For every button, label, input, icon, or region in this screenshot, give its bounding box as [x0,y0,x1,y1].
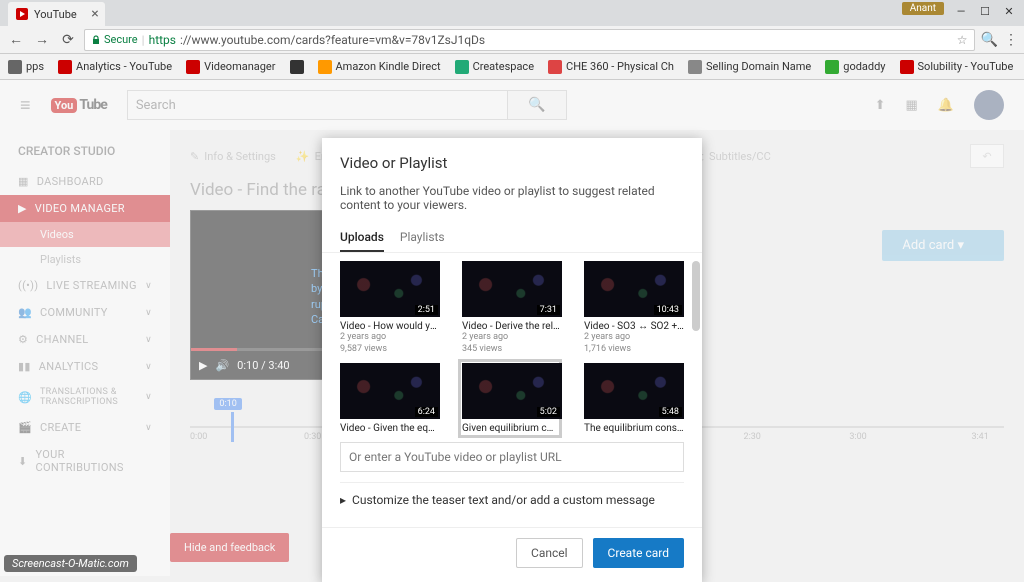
bookmark-item[interactable]: godaddy [821,60,889,74]
video-card[interactable]: 2:51 Video - How would you p… 2 years ag… [340,261,440,355]
modal-title: Video or Playlist [322,138,702,184]
youtube-favicon [16,8,28,20]
sidebar-title: CREATOR STUDIO [0,144,170,168]
video-playlist-modal: Video or Playlist Link to another YouTub… [322,138,702,582]
youtube-logo[interactable]: YouTube [51,97,107,113]
translate-icon: 🌐 [18,391,32,404]
bookmark-item[interactable]: pps [4,60,48,74]
gear-icon: ⚙ [18,333,28,346]
avatar[interactable] [974,90,1004,120]
sidebar-sub-playlists[interactable]: Playlists [0,247,170,272]
search-form: 🔍 [127,90,567,120]
video-card[interactable]: 5:48 The equilibrium constan [584,363,684,434]
sidebar-item-video-manager[interactable]: ▶VIDEO MANAGER [0,195,170,222]
sidebar-item-live[interactable]: ((•))LIVE STREAMING∨ [0,272,170,299]
chrome-user-chip[interactable]: Anant [902,2,944,15]
secure-badge: Secure [91,33,138,46]
volume-icon[interactable]: 🔊 [215,359,229,372]
back-icon[interactable]: ← [6,30,26,50]
star-icon[interactable]: ☆ [957,33,968,47]
tab-title: YouTube [34,8,77,21]
guide-icon[interactable]: ≡ [20,95,31,116]
maximize-icon[interactable]: ☐ [974,2,996,20]
zoom-icon[interactable]: 🔍 [981,32,998,48]
chevron-right-icon: ▸ [340,493,346,507]
tab-subtitles[interactable]: ㏄ Subtitles/CC [693,148,771,164]
create-card-button[interactable]: Create card [593,538,684,568]
address-bar: ← → ⟳ Secure | https://www.youtube.com/c… [0,26,1024,54]
sidebar-item-channel[interactable]: ⚙CHANNEL∨ [0,326,170,353]
search-input[interactable] [127,90,507,120]
creator-sidebar: CREATOR STUDIO ▦DASHBOARD ▶VIDEO MANAGER… [0,130,170,576]
play-icon[interactable]: ▶ [199,359,207,372]
browser-tab-strip: YouTube × Anant — ☐ ✕ [0,0,1024,26]
window-controls: — ☐ ✕ [950,2,1020,20]
feedback-button[interactable]: Hide and feedback [170,533,289,562]
bookmark-item[interactable] [286,60,308,74]
cancel-button[interactable]: Cancel [516,538,583,568]
scrollbar[interactable] [692,261,700,331]
customize-expander[interactable]: ▸ Customize the teaser text and/or add a… [340,482,684,517]
bookmark-item[interactable]: Selling Domain Name [684,60,815,74]
apps-icon[interactable]: ▦ [906,98,918,113]
sidebar-item-analytics[interactable]: ▮▮ANALYTICS∨ [0,353,170,380]
bookmark-item[interactable]: Videomanager [182,60,279,74]
create-icon: 🎬 [18,421,32,434]
bookmark-item[interactable]: Solubility - YouTube [896,60,1018,74]
youtube-header: ≡ YouTube 🔍 ⬆ ▦ 🔔 [0,80,1024,130]
reload-icon[interactable]: ⟳ [58,30,78,50]
add-card-button[interactable]: Add card ▾ [882,230,1004,261]
video-card-selected[interactable]: 5:02 Given equilibrium const [460,361,560,436]
search-button[interactable]: 🔍 [507,90,567,120]
video-card[interactable]: 10:43 Video - SO3 ↔ SO2 + O2… 2 years ag… [584,261,684,355]
time-display: 0:10 / 3:40 [237,359,289,372]
video-grid: 2:51 Video - How would you p… 2 years ag… [322,253,702,438]
minimize-icon[interactable]: — [950,2,972,20]
sidebar-item-create[interactable]: 🎬CREATE∨ [0,414,170,441]
video-card[interactable]: 7:31 Video - Derive the relatio… 2 years… [462,261,562,355]
url-field[interactable]: Secure | https://www.youtube.com/cards?f… [84,29,975,51]
upload-icon[interactable]: ⬆ [875,98,886,113]
bookmark-item[interactable]: Amazon Kindle Direct [314,60,445,74]
sidebar-item-contributions[interactable]: ⬇YOUR CONTRIBUTIONS [0,441,170,481]
bookmark-item[interactable]: CHE 360 - Physical Ch [544,60,678,74]
forward-icon[interactable]: → [32,30,52,50]
url-protocol: https [149,33,176,47]
tab-info[interactable]: ✎ Info & Settings [190,150,276,163]
undo-button[interactable]: ↶ [970,144,1004,168]
sidebar-item-dashboard[interactable]: ▦DASHBOARD [0,168,170,195]
tab-uploads[interactable]: Uploads [340,224,384,252]
url-input[interactable] [340,442,684,472]
close-icon[interactable]: ✕ [998,2,1020,20]
notifications-icon[interactable]: 🔔 [938,98,954,113]
analytics-icon: ▮▮ [18,360,31,373]
modal-subtitle: Link to another YouTube video or playlis… [322,184,702,224]
url-path: ://www.youtube.com/cards?feature=vm&v=78… [180,33,485,47]
menu-icon[interactable]: ⋮ [1004,32,1018,48]
modal-tabs: Uploads Playlists [322,224,702,253]
live-icon: ((•)) [18,279,38,292]
dashboard-icon: ▦ [18,175,29,188]
bookmarks-bar: pps Analytics - YouTube Videomanager Ama… [0,54,1024,80]
bookmark-item[interactable]: Analytics - YouTube [54,60,176,74]
sidebar-item-community[interactable]: 👥COMMUNITY∨ [0,299,170,326]
community-icon: 👥 [18,306,32,319]
bookmark-item[interactable]: Createspace [451,60,538,74]
lock-icon [91,35,101,45]
video-card[interactable]: 6:24 Video - Given the equilib [340,363,440,434]
contributions-icon: ⬇ [18,455,28,468]
video-manager-icon: ▶ [18,202,27,215]
sidebar-item-translations[interactable]: 🌐TRANSLATIONS & TRANSCRIPTIONS∨ [0,380,170,414]
tab-playlists[interactable]: Playlists [400,224,445,252]
watermark: Screencast-O-Matic.com [4,555,137,572]
tab-close-icon[interactable]: × [91,6,98,22]
sidebar-sub-videos[interactable]: Videos [0,222,170,247]
browser-tab[interactable]: YouTube × [8,2,105,26]
